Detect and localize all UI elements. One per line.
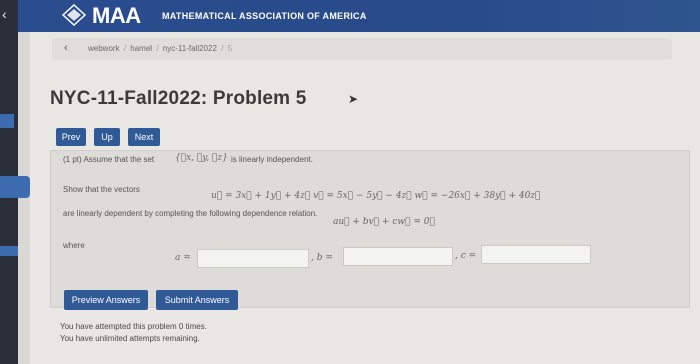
up-button[interactable]: Up — [94, 128, 120, 146]
problem-intro-end: is linearly independent. — [231, 155, 313, 164]
breadcrumb-separator: / — [156, 44, 159, 53]
page-title: NYC-11-Fall2022: Problem 5 — [50, 88, 307, 109]
b-input[interactable] — [343, 247, 453, 266]
relation-math: au⃗ + bv⃗ + cw⃗ = 0⃗ — [333, 217, 435, 227]
maa-logo-icon — [62, 4, 86, 26]
remaining-text: You have unlimited attempts remaining. — [60, 334, 200, 343]
show-text: Show that the vectors — [63, 185, 140, 194]
back-arrow-icon[interactable]: ‹ — [2, 6, 7, 22]
problem-intro: (1 pt) Assume that the set — [63, 155, 155, 164]
breadcrumb-item[interactable]: webwork — [88, 44, 120, 53]
breadcrumb-item[interactable]: nyc-11-fall2022 — [163, 44, 217, 53]
attempts-text: You have attempted this problem 0 times. — [60, 322, 207, 331]
header-banner: MAA MATHEMATICAL ASSOCIATION OF AMERICA — [18, 0, 700, 32]
breadcrumb-separator: / — [221, 44, 224, 53]
mouse-cursor-icon: ➤ — [348, 92, 359, 106]
b-label: , b = — [311, 253, 333, 263]
a-label: a = — [175, 253, 191, 263]
prev-button[interactable]: Prev — [56, 128, 86, 146]
side-tab[interactable] — [0, 114, 14, 128]
where-label: where — [63, 241, 85, 250]
preview-answers-button[interactable]: Preview Answers — [64, 290, 148, 310]
next-button[interactable]: Next — [128, 128, 160, 146]
problem-box: (1 pt) Assume that the set {⃗x, ⃗y, ⃗z} … — [50, 150, 690, 308]
set-math: {⃗x, ⃗y, ⃗z} — [175, 153, 228, 163]
side-tab[interactable] — [0, 176, 30, 198]
c-input[interactable] — [481, 245, 591, 264]
vectors-math: u⃗ = 3x⃗ + 1y⃗ + 4z⃗ v⃗ = 5x⃗ − 5y⃗ − 4z… — [211, 191, 541, 201]
breadcrumb-current: 5 — [227, 44, 233, 53]
breadcrumb-item[interactable]: hamel — [130, 44, 152, 53]
logo-text: MAA — [92, 3, 141, 28]
a-input[interactable] — [197, 249, 309, 268]
org-name: MATHEMATICAL ASSOCIATION OF AMERICA — [162, 11, 367, 21]
c-label: , c = — [455, 251, 477, 261]
breadcrumb: ‹ webwork / hamel / nyc-11-fall2022 / 5 — [52, 38, 672, 60]
submit-answers-button[interactable]: Submit Answers — [156, 290, 238, 310]
side-tab[interactable] — [0, 246, 18, 256]
dependent-text: are linearly dependent by completing the… — [63, 209, 318, 218]
breadcrumb-back-icon[interactable]: ‹ — [64, 42, 68, 54]
breadcrumb-separator: / — [123, 44, 127, 53]
left-edge: ‹ — [0, 0, 30, 364]
main-content: ‹ webwork / hamel / nyc-11-fall2022 / 5 … — [30, 32, 700, 364]
